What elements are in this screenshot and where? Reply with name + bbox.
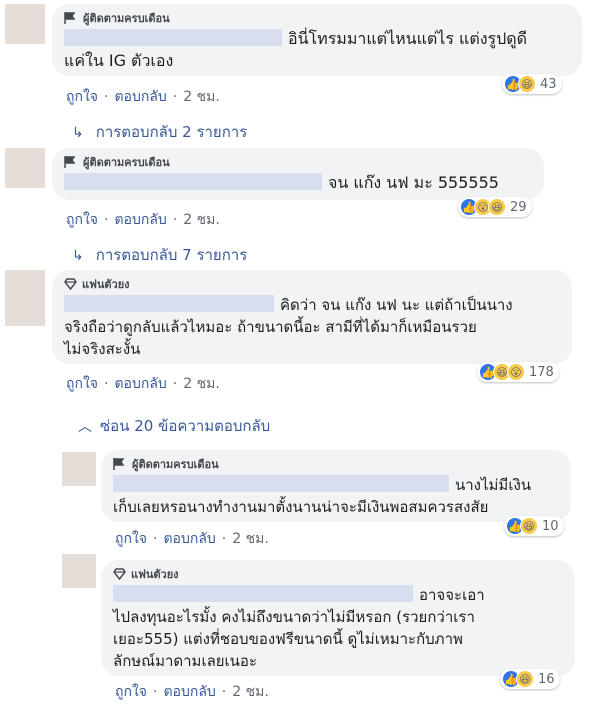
wow-icon: 😮: [507, 363, 525, 381]
comment-actions: ถูกใจ · ตอบกลับ · 2 ชม.: [66, 209, 220, 231]
haha-icon: 😆: [518, 75, 536, 93]
flag-icon: [64, 156, 76, 168]
chevron-up-icon: ︿: [78, 419, 92, 435]
like-link[interactable]: ถูกใจ: [66, 209, 98, 231]
reply-text: อาจจะเอา ไปลงทุนอะไรมั้ง คงไม่ถึงขนาดว่า…: [113, 585, 485, 670]
reaction-summary[interactable]: 👍 😆 16: [500, 669, 560, 689]
flag-icon: [64, 12, 76, 24]
reply-bubble: ผู้ติดตามครบเดือน นางไม่มีเงิน เก็บเลยหร…: [101, 450, 571, 522]
avatar[interactable]: [5, 270, 45, 326]
reply-actions: ถูกใจ · ตอบกลับ · 2 ชม.: [115, 681, 269, 703]
badge-label: ผู้ติดตามครบเดือน: [83, 156, 170, 169]
timestamp[interactable]: 2 ชม.: [232, 528, 269, 550]
reply-link[interactable]: ตอบกลับ: [114, 373, 166, 395]
avatar[interactable]: [62, 554, 96, 588]
like-link[interactable]: ถูกใจ: [115, 681, 147, 703]
reaction-summary[interactable]: 👍 😆 😮 178: [477, 362, 559, 382]
comment-actions: ถูกใจ · ตอบกลับ · 2 ชม.: [66, 86, 220, 108]
redacted-name: [64, 295, 274, 312]
reply-link[interactable]: ตอบกลับ: [163, 681, 215, 703]
reaction-count: 29: [510, 199, 527, 215]
reaction-count: 178: [529, 364, 554, 380]
hide-replies-link[interactable]: ︿ ซ่อน 20 ข้อความตอบกลับ: [78, 414, 270, 438]
top-fan-badge: ผู้ติดตามครบเดือน: [64, 10, 570, 26]
reply-actions: ถูกใจ · ตอบกลับ · 2 ชม.: [115, 528, 269, 550]
timestamp[interactable]: 2 ชม.: [183, 373, 220, 395]
diamond-icon: [64, 278, 77, 290]
haha-icon: 😆: [516, 670, 534, 688]
redacted-name: [113, 475, 449, 492]
badge-label: แฟนตัวยง: [131, 568, 179, 581]
redacted-name: [113, 585, 413, 602]
reply-link[interactable]: ตอบกลับ: [114, 209, 166, 231]
reaction-count: 16: [538, 671, 555, 687]
haha-icon: 😆: [488, 198, 506, 216]
comment-bubble: ผู้ติดตามครบเดือน อินี่โทรมมาแต่ไหนแต่ไร…: [52, 4, 582, 76]
reaction-summary[interactable]: 👍 😮 😆 29: [458, 197, 532, 217]
reaction-count: 10: [542, 518, 559, 534]
avatar[interactable]: [5, 148, 45, 188]
reply-text: นางไม่มีเงิน เก็บเลยหรอนางทำงานมาตั้งนาน…: [113, 475, 532, 516]
diamond-icon: [113, 568, 126, 580]
view-replies-link[interactable]: ↳ การตอบกลับ 7 รายการ: [72, 243, 247, 267]
avatar[interactable]: [62, 452, 96, 486]
reply-link[interactable]: ตอบกลับ: [114, 86, 166, 108]
redacted-name: [64, 29, 282, 46]
reaction-count: 43: [540, 76, 557, 92]
haha-icon: 😆: [520, 517, 538, 535]
reaction-summary[interactable]: 👍 😆 43: [502, 74, 562, 94]
like-link[interactable]: ถูกใจ: [115, 528, 147, 550]
badge-label: ผู้ติดตามครบเดือน: [83, 12, 170, 25]
comment-text: อินี่โทรมมาแต่ไหนแต่ไร แต่งรูปดูดี แค่ใน…: [64, 29, 528, 70]
reply-bubble: แฟนตัวยง อาจจะเอา ไปลงทุนอะไรมั้ง คงไม่ถ…: [101, 560, 575, 676]
flag-icon: [113, 458, 125, 470]
reply-arrow-icon: ↳: [72, 248, 84, 264]
comment-text: จน แก๊ง นฟ มะ 555555: [64, 172, 532, 194]
top-fan-badge: ผู้ติดตามครบเดือน: [113, 456, 559, 472]
badge-label: แฟนตัวยง: [82, 278, 130, 291]
comment-text: คิดว่า จน แก๊ง นฟ นะ แต่ถ้าเป็นนาง จริงถ…: [64, 295, 513, 358]
like-link[interactable]: ถูกใจ: [66, 373, 98, 395]
like-link[interactable]: ถูกใจ: [66, 86, 98, 108]
reply-arrow-icon: ↳: [72, 125, 84, 141]
view-replies-link[interactable]: ↳ การตอบกลับ 2 รายการ: [72, 120, 247, 144]
comment-bubble: ผู้ติดตามครบเดือน จน แก๊ง นฟ มะ 555555: [52, 148, 544, 200]
comment-bubble: แฟนตัวยง คิดว่า จน แก๊ง นฟ นะ แต่ถ้าเป็น…: [52, 270, 572, 364]
timestamp[interactable]: 2 ชม.: [183, 86, 220, 108]
top-fan-badge: แฟนตัวยง: [64, 276, 560, 292]
redacted-name: [64, 173, 322, 190]
reply-link[interactable]: ตอบกลับ: [163, 528, 215, 550]
avatar[interactable]: [5, 4, 45, 44]
reaction-summary[interactable]: 👍 😆 10: [504, 516, 564, 536]
badge-label: ผู้ติดตามครบเดือน: [132, 458, 219, 471]
timestamp[interactable]: 2 ชม.: [232, 681, 269, 703]
comment-actions: ถูกใจ · ตอบกลับ · 2 ชม.: [66, 373, 220, 395]
top-fan-badge: ผู้ติดตามครบเดือน: [64, 154, 532, 170]
timestamp[interactable]: 2 ชม.: [183, 209, 220, 231]
top-fan-badge: แฟนตัวยง: [113, 566, 563, 582]
